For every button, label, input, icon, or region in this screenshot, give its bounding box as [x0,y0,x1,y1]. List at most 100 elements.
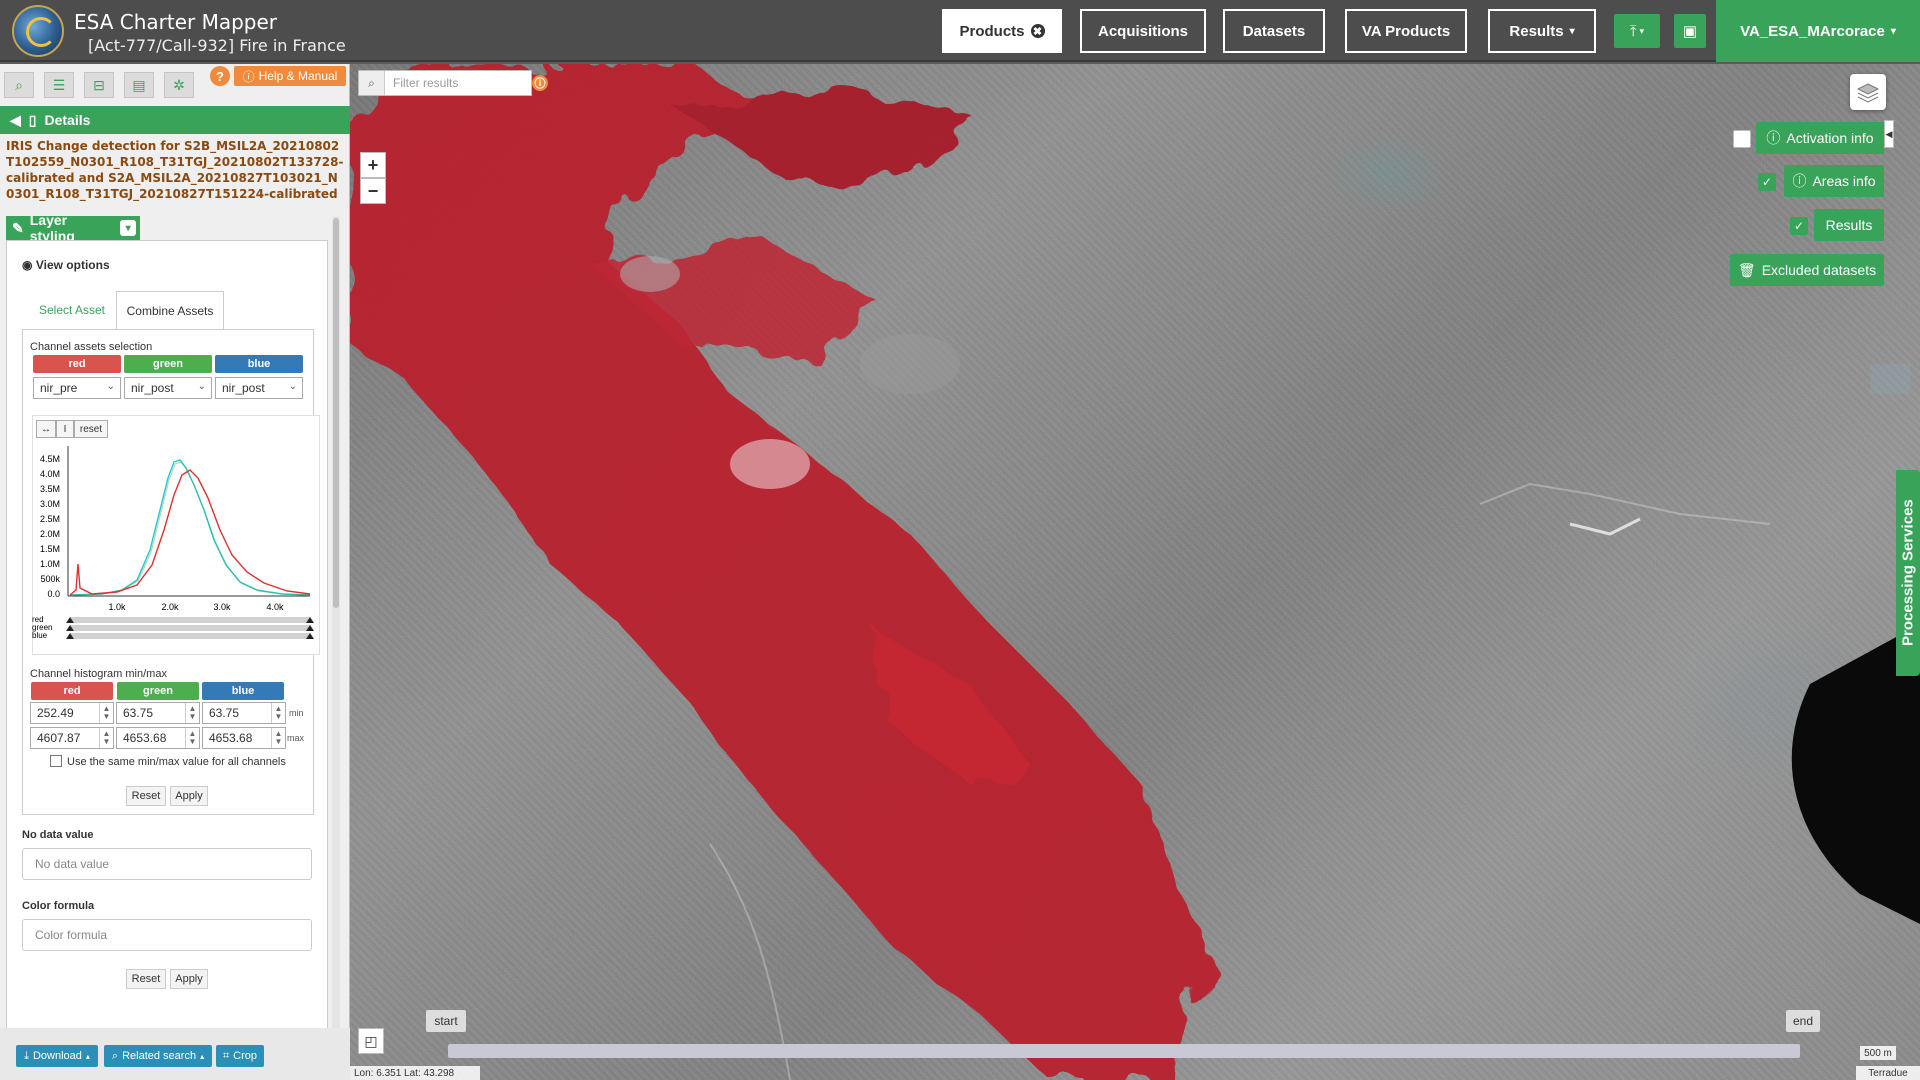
red-channel-select[interactable]: nir_pre ⌄ [33,377,121,399]
results-button[interactable]: Results [1814,209,1884,241]
activation-info-checkbox[interactable] [1733,130,1751,148]
help-question-icon[interactable]: ? [210,66,230,86]
user-menu[interactable]: VA_ESA_MArcorace ▾ [1716,0,1920,62]
blue-min-input[interactable]: 63.75 ▲ ▼ [202,702,286,724]
slider-label-blue: blue [32,631,48,640]
blue-max-value: 4653.68 [209,731,253,745]
red-min-input[interactable]: 252.49 ▲ ▼ [30,702,114,724]
chevron-down-icon: ⌄ [288,381,297,392]
minmax-apply-button[interactable]: Apply [170,786,208,806]
y-tick-3.0M: 3.0M [40,499,60,509]
nav-va-products[interactable]: VA Products [1345,9,1467,53]
histogram-curve-blue [69,459,311,596]
processing-services-tab[interactable]: Processing Services [1896,470,1920,676]
green-channel-select[interactable]: nir_post ⌄ [124,377,212,399]
cursor-icon: I [63,423,67,435]
close-circle-icon[interactable]: ✖ [1030,24,1045,38]
x-tick-4.0k: 4.0k [266,602,284,612]
crop-button[interactable]: ⌗ Crop [216,1045,264,1067]
areas-info-checkbox[interactable]: ✓ [1758,173,1776,191]
layer-styling-header[interactable]: ✎ Layer styling ▾ [6,212,140,244]
download-label: Download [32,1050,82,1062]
back-chevron-icon[interactable]: ◀ [10,112,21,129]
channel-range-sliders[interactable]: red green blue [32,615,314,640]
user-name: VA_ESA_MArcorace [1740,22,1885,40]
blue-minmax-badge: blue [202,682,284,700]
stepper-icon[interactable]: ▲ ▼ [271,728,285,748]
settings-tool[interactable]: ✲ [164,72,194,98]
vertical-zoom-button[interactable]: I [56,420,74,438]
green-min-input[interactable]: 63.75 ▲ ▼ [116,702,200,724]
zoom-in-button[interactable]: + [360,152,386,178]
inbox-tool[interactable]: ▤ [124,72,154,98]
stepper-icon[interactable]: ▲ ▼ [99,703,113,723]
basket-tool[interactable]: ⊟ [84,72,114,98]
y-axis: 4.5M 4.0M 3.5M 3.0M 2.5M 2.0M 1.5M 1.0M … [40,446,69,599]
panel-scrollbar-thumb[interactable] [333,218,339,608]
formula-apply-button[interactable]: Apply [170,969,208,989]
color-formula-input[interactable]: Color formula [22,919,312,951]
y-tick-4.5M: 4.5M [40,454,60,464]
red-channel-value: nir_pre [40,381,78,395]
right-panel-toggle[interactable]: ◀ [1884,120,1894,148]
nav-products-label: Products [959,22,1025,40]
excluded-datasets-button[interactable]: 🗑 Excluded datasets [1730,254,1884,286]
tab-select-asset[interactable]: Select Asset [28,291,116,329]
histogram-reset-button[interactable]: reset [74,420,108,438]
timeline-toggle-button[interactable]: ◰ [358,1028,384,1054]
stepper-icon[interactable]: ▲ ▼ [185,703,199,723]
briefcase-icon: ▣ [1682,23,1698,40]
blue-max-input[interactable]: 4653.68 ▲ ▼ [202,727,286,749]
related-search-button[interactable]: ⌕ Related search ▴ [104,1045,212,1067]
timeline-slider[interactable] [448,1044,1800,1058]
horizontal-zoom-button[interactable]: ↔ [36,420,56,438]
upload-button[interactable]: ⤒ ▾ [1614,14,1660,48]
x-tick-3.0k: 3.0k [213,602,231,612]
stepper-icon[interactable]: ▲ ▼ [185,728,199,748]
filter-info-icon[interactable]: ⓘ [532,75,548,91]
same-minmax-label: Use the same min/max value for all chann… [67,756,286,768]
esa-charter-logo[interactable] [12,5,64,57]
same-minmax-checkbox[interactable] [50,755,62,767]
formula-reset-button[interactable]: Reset [126,969,166,989]
no-data-input[interactable]: No data value [22,848,312,880]
list-tool[interactable]: ☰ [44,72,74,98]
stepper-icon[interactable]: ▲ ▼ [271,703,285,723]
help-manual-button[interactable]: ⓘ Help & Manual [234,66,346,86]
minmax-reset-button[interactable]: Reset [126,786,166,806]
red-min-value: 252.49 [37,706,74,720]
filter-results-input[interactable]: ⌕ Filter results [358,70,532,96]
nav-va-products-label: VA Products [1361,22,1451,40]
stepper-icon[interactable]: ▲ ▼ [99,728,113,748]
layers-button[interactable] [1850,74,1886,110]
details-header[interactable]: ◀ ▯ Details [0,106,350,134]
results-checkbox[interactable]: ✓ [1790,217,1808,235]
map-view[interactable] [350,64,1920,1080]
nav-acquisitions[interactable]: Acquisitions [1080,9,1206,53]
info-icon: ⓘ [1766,130,1781,146]
chevron-down-icon: ▾ [1639,25,1645,36]
tab-combine-assets[interactable]: Combine Assets [116,291,224,329]
green-max-input[interactable]: 4653.68 ▲ ▼ [116,727,200,749]
histogram-chart[interactable]: 4.5M 4.0M 3.5M 3.0M 2.5M 2.0M 1.5M 1.0M … [32,440,320,655]
crop-icon: ⌗ [222,1049,230,1062]
blue-channel-select[interactable]: nir_post ⌄ [215,377,303,399]
briefcase-button[interactable]: ▣ [1674,14,1706,48]
activation-info-button[interactable]: ⓘ Activation info [1756,122,1884,154]
zoom-out-button[interactable]: − [360,178,386,204]
chevron-down-icon[interactable]: ▾ [120,220,136,236]
areas-info-button[interactable]: ⓘ Areas info [1784,165,1884,197]
red-max-input[interactable]: 4607.87 ▲ ▼ [30,727,114,749]
y-tick-2.0M: 2.0M [40,529,60,539]
nav-products[interactable]: Products ✖ [942,9,1062,53]
green-max-value: 4653.68 [123,731,167,745]
map-attribution[interactable]: Terradue [1856,1066,1920,1080]
search-tool[interactable]: ⌕ [4,72,34,98]
nav-datasets[interactable]: Datasets [1223,9,1325,53]
download-button[interactable]: ⤓ Download ▴ [16,1045,98,1067]
list-icon: ☰ [52,76,66,93]
nav-results[interactable]: Results ▾ [1488,9,1596,53]
results-label: Results [1825,217,1873,233]
details-label: Details [44,112,91,128]
eye-icon: ◉ [22,258,33,272]
